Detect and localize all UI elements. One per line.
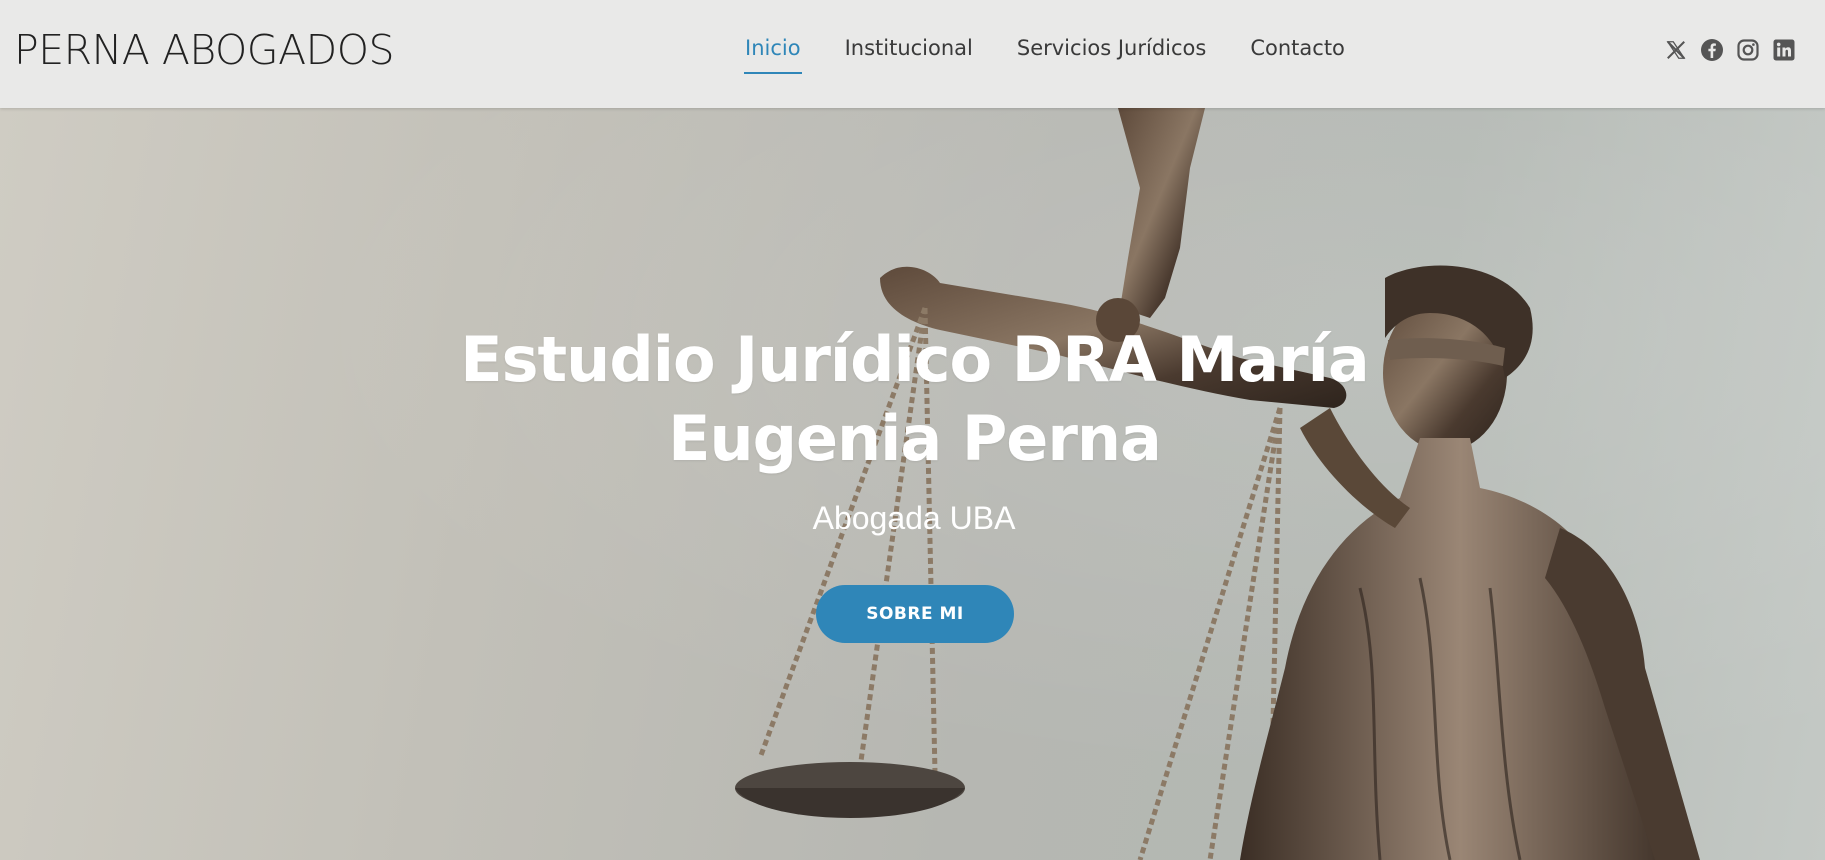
nav-item-institucional[interactable]: Institucional — [845, 36, 973, 64]
nav-item-label: Inicio — [745, 36, 801, 60]
nav-item-label: Institucional — [844, 36, 973, 60]
hero-title-line-2: Eugenia Perna — [668, 402, 1162, 475]
site-header: PERNA ABOGADOS Inicio Institucional Serv… — [0, 0, 1825, 108]
hero-title-line-1: Estudio Jurídico DRA María — [460, 323, 1369, 396]
social-links — [1664, 38, 1796, 62]
nav-item-label: Contacto — [1250, 36, 1345, 60]
nav-item-label: Servicios Jurídicos — [1016, 36, 1207, 60]
instagram-icon[interactable] — [1736, 38, 1760, 62]
linkedin-icon[interactable] — [1772, 38, 1796, 62]
nav-item-inicio[interactable]: Inicio — [744, 36, 802, 74]
site-logo[interactable]: PERNA ABOGADOS — [14, 26, 395, 74]
nav-item-servicios-juridicos[interactable]: Servicios Jurídicos — [1017, 36, 1206, 64]
hero-title: Estudio Jurídico DRA María Eugenia Perna — [402, 320, 1427, 478]
facebook-icon[interactable] — [1700, 38, 1724, 62]
x-icon[interactable] — [1664, 38, 1688, 62]
main-nav: Inicio Institucional Servicios Jurídicos… — [744, 36, 1345, 74]
nav-item-contacto[interactable]: Contacto — [1250, 36, 1345, 64]
lady-justice-image — [0, 108, 1825, 860]
sobre-mi-button[interactable]: SOBRE MI — [816, 585, 1014, 643]
hero-banner: Estudio Jurídico DRA María Eugenia Perna… — [0, 108, 1825, 860]
hero-subtitle: Abogada UBA — [812, 500, 1016, 536]
active-underline — [744, 72, 802, 74]
